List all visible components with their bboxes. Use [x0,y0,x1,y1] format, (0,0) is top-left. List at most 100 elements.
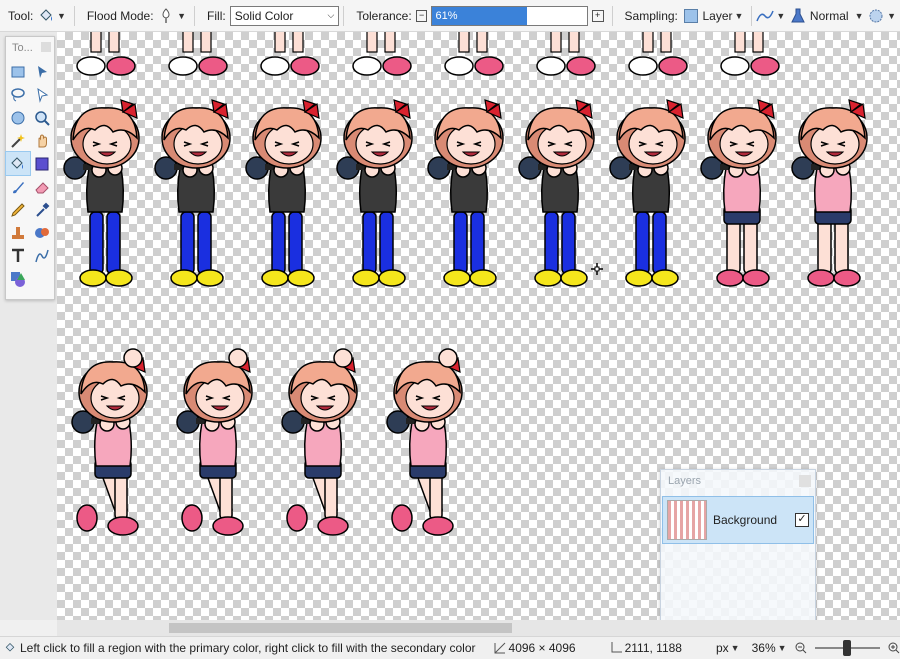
tool-options-bar: Tool: ▼ Flood Mode: ▼ Fill: Solid Color … [0,0,900,32]
paintbrush-icon[interactable] [6,175,30,198]
sprite-frame-kick [71,348,148,536]
shapes-icon[interactable] [6,267,30,290]
cursor-position-icon [610,642,622,654]
flood-mode-contiguous-icon[interactable] [158,7,176,25]
eraser-icon[interactable] [30,175,54,198]
layer-row-background[interactable]: Background ✓ [662,496,814,544]
lasso-select-icon[interactable] [6,83,30,106]
zoom-slider[interactable] [814,640,880,656]
line-curve-icon[interactable] [30,244,54,267]
fill-label: Fill: [207,8,226,23]
pencil-icon[interactable] [6,198,30,221]
sprite-frame [427,99,504,287]
scrollbar-thumb[interactable] [169,623,512,633]
close-icon[interactable] [41,42,51,52]
sprite-legs-partial [352,32,412,76]
status-hint: Left click to fill a region with the pri… [20,641,476,655]
antialiasing-icon[interactable] [756,7,775,25]
blend-mode-flask-icon[interactable] [789,7,807,25]
rectangle-select-icon[interactable] [6,60,30,83]
sprite-legs-partial [76,32,136,76]
toolbar-separator [611,5,613,26]
sprite-frame-kick [176,348,253,536]
clone-stamp-icon[interactable] [6,221,30,244]
close-icon[interactable] [799,475,811,487]
zoom-slider-knob[interactable] [842,640,851,656]
tools-grid [5,59,54,291]
selection-clipping-icon[interactable] [868,7,886,25]
zoom-value[interactable]: 36% [752,641,776,655]
flood-mode-label: Flood Mode: [86,8,154,23]
text-icon[interactable] [6,244,30,267]
pan-icon[interactable] [30,129,54,152]
layer-name: Background [713,513,778,527]
sprite-frame [245,99,322,287]
move-pixels-icon[interactable] [30,83,54,106]
antialiasing-chevron-icon[interactable]: ▼ [776,11,785,21]
ellipse-select-icon[interactable] [6,106,30,129]
sprite-frame [154,99,231,287]
layers-window-title: Layers [668,475,702,487]
tool-dropdown-chevron-icon[interactable]: ▼ [57,11,66,21]
sampling-label: Sampling: [624,8,678,23]
tolerance-value: 61% [435,9,458,22]
horizontal-scrollbar[interactable] [57,620,900,636]
flood-mode-chevron-icon[interactable]: ▼ [177,11,186,21]
sprite-legs-partial [444,32,504,76]
layer-sampling-icon[interactable] [682,7,700,25]
sprite-frame [336,99,413,287]
zoom-chevron-icon[interactable]: ▼ [778,643,787,653]
move-selection-icon[interactable] [30,60,54,83]
tool-label: Tool: [8,8,34,23]
cursor-position-value: 2111, 1188 [624,641,682,655]
paint-bucket-icon[interactable] [5,151,31,176]
recolor-icon[interactable] [30,221,54,244]
toolbar-separator [194,5,196,26]
tolerance-increase-button[interactable]: + [591,9,604,22]
sprite-legs-partial [260,32,320,76]
toolbar-separator [73,5,75,26]
tools-window: To... [5,36,55,300]
unit-chevron-icon[interactable]: ▼ [731,643,740,653]
layer-thumbnail [667,500,707,540]
zoom-icon[interactable] [30,106,54,129]
tolerance-decrease-button[interactable]: − [415,9,428,22]
sprite-frame [791,99,868,287]
sprite-legs-partial [720,32,780,76]
status-bar: Left click to fill a region with the pri… [0,636,900,659]
tolerance-slider[interactable]: 61% [431,5,588,26]
sprite-frame [518,99,595,287]
fill-mode-select[interactable]: Solid Color ⌵ [229,5,340,26]
sampling-value[interactable]: Layer [702,9,732,23]
blend-mode-chevron-icon[interactable]: ▼ [855,11,864,21]
tolerance-label: Tolerance: [356,8,412,23]
gradient-icon[interactable] [30,152,54,175]
image-size-icon [494,642,506,654]
sprite-frame-kick [281,348,358,536]
paint-bucket-icon [4,642,16,654]
magic-wand-icon[interactable] [6,129,30,152]
sprite-frame [700,99,777,287]
tools-window-title-bar[interactable]: To... [6,37,54,59]
color-picker-icon[interactable] [30,198,54,221]
sprite-frame-kick [386,348,463,536]
blend-mode-value[interactable]: Normal [810,9,849,23]
chevron-down-icon: ⌵ [327,10,335,20]
layers-window-title-bar[interactable]: Layers [661,470,815,492]
zoom-in-icon[interactable] [888,642,900,654]
toolbar-separator [343,5,345,26]
clipping-chevron-icon[interactable]: ▼ [887,11,896,21]
toolbar-separator [751,5,753,26]
sprite-frame [63,99,140,287]
sprite-legs-partial [168,32,228,76]
paint-bucket-icon[interactable] [37,7,55,25]
fill-mode-value: Solid Color [234,8,294,23]
move-cursor-icon [591,263,603,275]
layer-visibility-checkbox[interactable]: ✓ [795,513,809,527]
tools-window-title: To... [12,42,33,54]
sprite-legs-partial [536,32,596,76]
zoom-out-icon[interactable] [795,642,807,654]
image-size-value: 4096 × 4096 [508,641,576,655]
sampling-chevron-icon[interactable]: ▼ [735,11,744,21]
unit-select[interactable]: px [716,641,729,655]
